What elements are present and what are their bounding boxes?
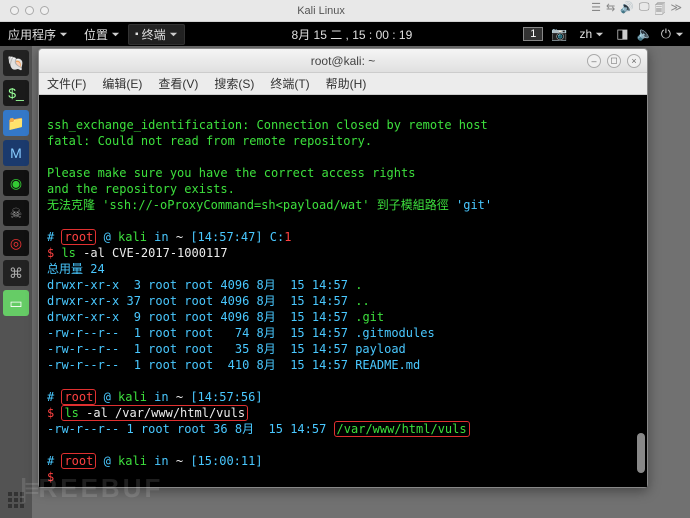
dock-app-tool[interactable]: ⌘ — [3, 260, 29, 286]
os-title: Kali Linux — [59, 5, 583, 17]
command-line: $ ls -al /var/www/html/vuls — [47, 405, 248, 421]
maximize-icon[interactable]: ◻ — [607, 54, 621, 68]
output-line: drwxr-xr-x 3 root root 4096 8月 15 14:57 … — [47, 278, 362, 292]
menu-edit[interactable]: 编辑(E) — [94, 75, 150, 92]
desktop-menubar: 应用程序 位置 ▪终端 8月 15 二 , 15 : 00 : 19 1 📷 z… — [0, 22, 690, 46]
menu-applications[interactable]: 应用程序 — [0, 26, 76, 43]
clock[interactable]: 8月 15 二 , 15 : 00 : 19 — [286, 26, 419, 43]
dock-app-notes[interactable]: ▭ — [3, 290, 29, 316]
command-line: $ ls -al CVE-2017-1000117 — [47, 246, 228, 260]
volume-icon[interactable]: 🔈 — [633, 26, 657, 42]
tray-icon[interactable]: ⇆ — [606, 1, 615, 20]
dock-app-metasploit[interactable]: M — [3, 140, 29, 166]
output-line: Please make sure you have the correct ac… — [47, 166, 415, 180]
output-line: -rw-r--r-- 1 root root 410 8月 15 14:57 R… — [47, 358, 420, 372]
network-icon[interactable]: ◨ — [612, 26, 632, 42]
scrollbar-thumb[interactable] — [637, 433, 645, 473]
dock-app-armitage[interactable]: ◉ — [3, 170, 29, 196]
camera-icon[interactable]: 📷 — [547, 26, 571, 42]
output-line: -rw-r--r-- 1 root root 35 8月 15 14:57 pa… — [47, 342, 406, 356]
prompt-line: # root @ kali in ~ [15:00:11] — [47, 453, 263, 469]
dock-app-terminal[interactable]: $_ — [3, 80, 29, 106]
prompt-line: # root @ kali in ~ [14:57:56] — [47, 389, 263, 405]
dock: 🐚 $_ 📁 M ◉ ☠ ◎ ⌘ ▭ — [0, 46, 32, 518]
lang-indicator[interactable]: zh — [572, 27, 613, 41]
prompt-line: # root @ kali in ~ [14:57:47] C:1 — [47, 229, 291, 245]
output-line: drwxr-xr-x 9 root root 4096 8月 15 14:57 … — [47, 310, 384, 324]
traffic-dot — [40, 6, 49, 15]
terminal-title: root@kali: ~ — [311, 54, 376, 68]
menu-file[interactable]: 文件(F) — [39, 75, 94, 92]
dock-app-shell[interactable]: 🐚 — [3, 50, 29, 76]
traffic-dot — [25, 6, 34, 15]
traffic-dot — [10, 6, 19, 15]
output-line: -rw-r--r-- 1 root root 74 8月 15 14:57 .g… — [47, 326, 435, 340]
tray-icon[interactable]: 🖵 — [639, 1, 650, 20]
power-icon[interactable]: ⏻ — [657, 26, 675, 42]
minimize-icon[interactable]: – — [587, 54, 601, 68]
output-line: -rw-r--r-- 1 root root 36 8月 15 14:57 /v… — [47, 421, 470, 437]
terminal-window: root@kali: ~ – ◻ × 文件(F) 编辑(E) 查看(V) 搜索(… — [38, 48, 648, 488]
dock-app-radar[interactable]: ◎ — [3, 230, 29, 256]
menu-view[interactable]: 查看(V) — [150, 75, 206, 92]
os-tray: ☰ ⇆ 🔊 🖵 🗐 ≫ — [583, 1, 690, 20]
workspace-indicator[interactable]: 1 — [523, 27, 543, 41]
menu-help[interactable]: 帮助(H) — [318, 75, 375, 92]
tray-icon[interactable]: 🗐 — [654, 1, 665, 20]
output-line: drwxr-xr-x 37 root root 4096 8月 15 14:57… — [47, 294, 370, 308]
output-line: ssh_exchange_identification: Connection … — [47, 118, 488, 132]
output-line: and the repository exists. — [47, 182, 235, 196]
scrollbar[interactable] — [637, 99, 645, 483]
terminal-titlebar[interactable]: root@kali: ~ – ◻ × — [39, 49, 647, 73]
dock-app-files[interactable]: 📁 — [3, 110, 29, 136]
terminal-body[interactable]: ssh_exchange_identification: Connection … — [39, 95, 647, 487]
watermark: |≡REEBUF — [20, 473, 163, 504]
taskbar-terminal[interactable]: ▪终端 — [128, 24, 185, 45]
menu-terminal[interactable]: 终端(T) — [262, 75, 317, 92]
output-line: 总用量 24 — [47, 262, 105, 276]
menu-places[interactable]: 位置 — [76, 26, 128, 43]
tray-icon[interactable]: ≫ — [670, 1, 682, 20]
tray-icon[interactable]: ☰ — [591, 1, 601, 20]
output-line: fatal: Could not read from remote reposi… — [47, 134, 372, 148]
output-line: 无法克隆 'ssh://-oProxyCommand=sh<payload/wa… — [47, 198, 492, 212]
tray-icon[interactable]: 🔊 — [620, 1, 634, 20]
terminal-menu: 文件(F) 编辑(E) 查看(V) 搜索(S) 终端(T) 帮助(H) — [39, 73, 647, 95]
close-icon[interactable]: × — [627, 54, 641, 68]
dock-app-social[interactable]: ☠ — [3, 200, 29, 226]
menu-search[interactable]: 搜索(S) — [206, 75, 262, 92]
os-titlebar: Kali Linux ☰ ⇆ 🔊 🖵 🗐 ≫ — [0, 0, 690, 22]
